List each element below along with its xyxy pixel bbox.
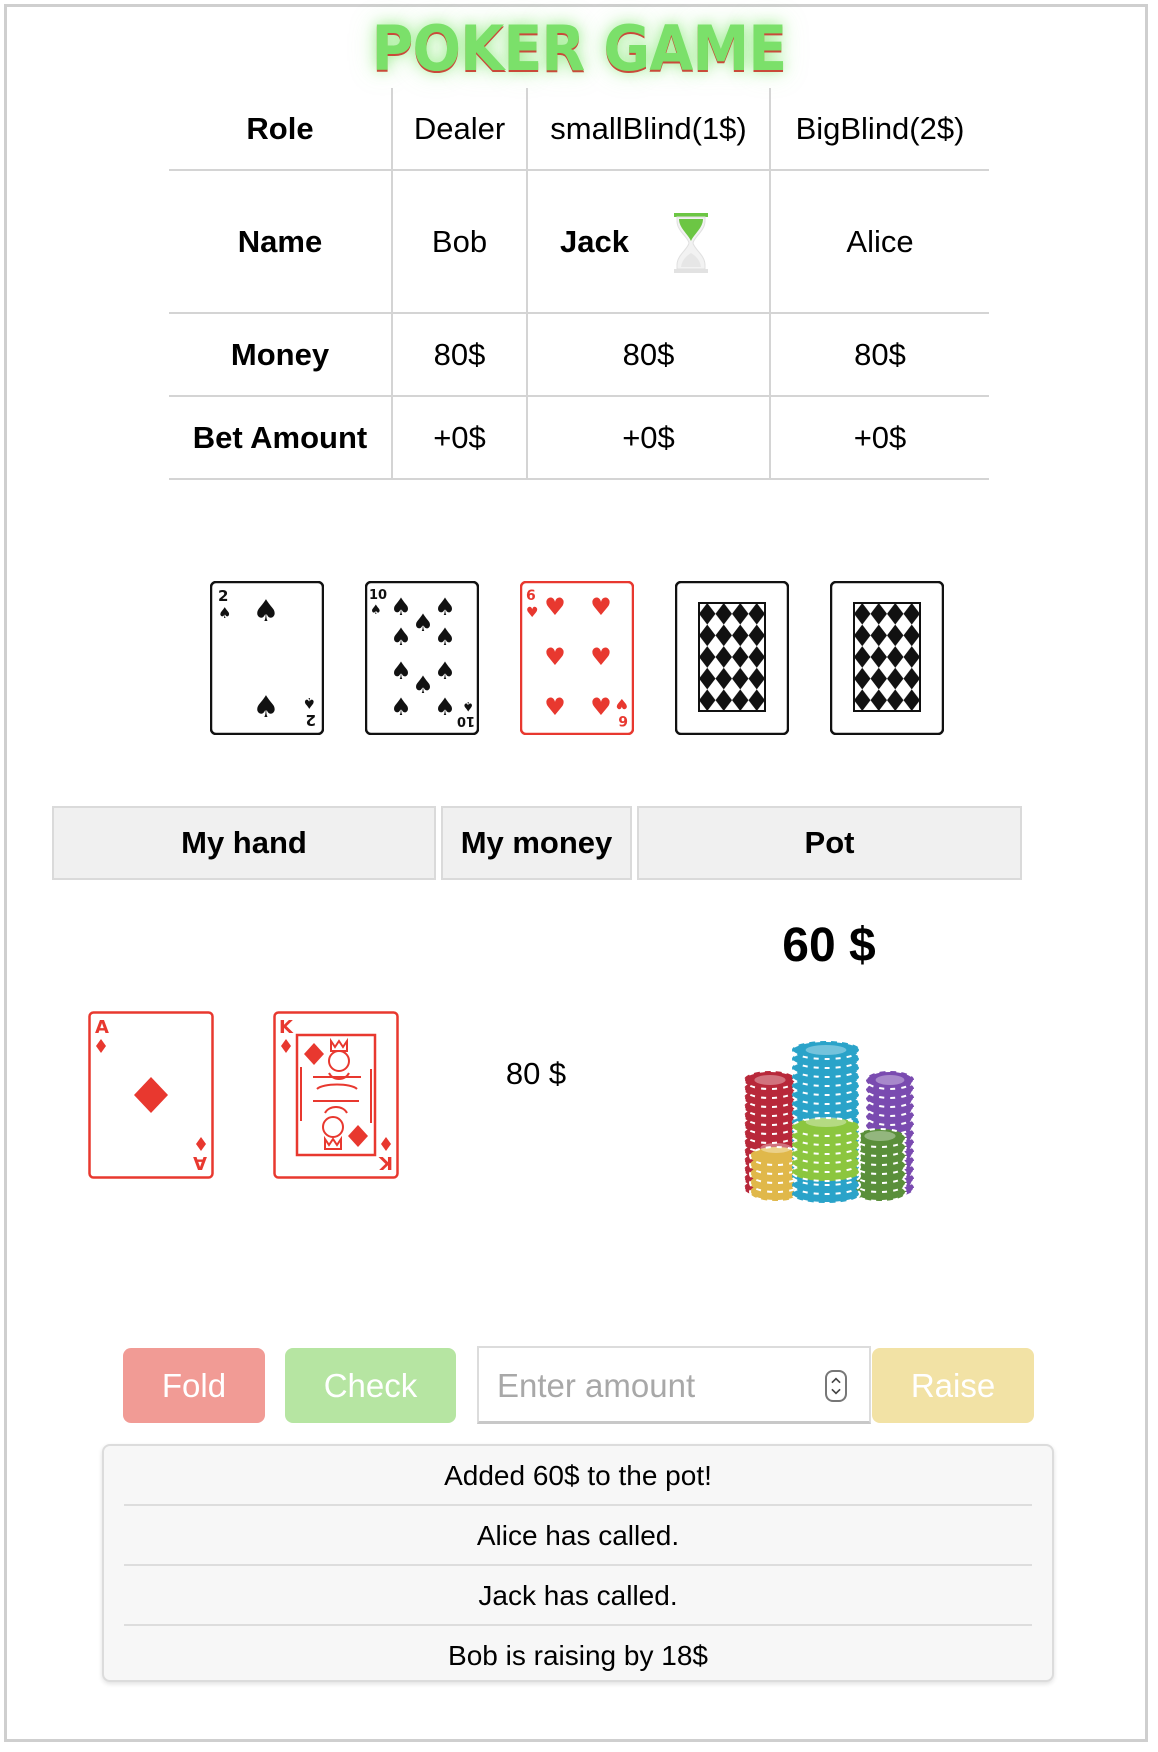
log-item: Jack has called. bbox=[124, 1566, 1032, 1626]
svg-text:♠: ♠ bbox=[390, 657, 412, 685]
player-name: Bob bbox=[392, 170, 528, 314]
svg-text:♥: ♥ bbox=[526, 605, 539, 621]
svg-text:K: K bbox=[378, 1152, 393, 1173]
card-rank: K bbox=[279, 1017, 294, 1038]
name-row: Name Bob Jack Alice bbox=[169, 170, 989, 314]
my-hand-header: My hand bbox=[52, 806, 436, 880]
card-rank: A bbox=[95, 1017, 109, 1038]
pot-header: Pot bbox=[637, 806, 1022, 880]
card-rank: 6 bbox=[526, 588, 536, 604]
bet-header: Bet Amount bbox=[169, 396, 393, 480]
svg-text:♠: ♠ bbox=[434, 657, 456, 685]
my-money-header: My money bbox=[441, 806, 632, 880]
player-money: 80$ bbox=[770, 313, 989, 397]
svg-text:♥: ♥ bbox=[590, 593, 612, 621]
number-spinner-icon[interactable] bbox=[825, 1370, 847, 1402]
game-log[interactable]: Added 60$ to the pot! Alice has called. … bbox=[102, 1444, 1054, 1682]
player-money: 80$ bbox=[527, 313, 771, 397]
card-rank: 2 bbox=[218, 587, 228, 605]
bet-row: Bet Amount +0$ +0$ +0$ bbox=[169, 396, 989, 480]
players-table: Role Dealer smallBlind(1$) BigBlind(2$) … bbox=[169, 88, 989, 480]
player-bet: +0$ bbox=[770, 396, 989, 480]
hourglass-icon bbox=[674, 213, 708, 273]
svg-text:♥: ♥ bbox=[590, 693, 612, 721]
log-item: Bob is raising by 18$ bbox=[124, 1626, 1032, 1680]
amount-field-container bbox=[477, 1346, 871, 1424]
svg-text:♠: ♠ bbox=[370, 603, 382, 618]
svg-text:♥: ♥ bbox=[544, 643, 566, 671]
money-header: Money bbox=[169, 313, 393, 397]
svg-text:♠: ♠ bbox=[412, 609, 434, 637]
active-player-cell: Jack bbox=[527, 170, 771, 314]
amount-input[interactable] bbox=[479, 1348, 829, 1423]
player-bet: +0$ bbox=[392, 396, 528, 480]
svg-text:♠: ♠ bbox=[412, 671, 434, 699]
player-role: BigBlind(2$) bbox=[770, 88, 989, 171]
svg-text:A: A bbox=[193, 1152, 207, 1173]
check-button[interactable]: Check bbox=[285, 1348, 456, 1423]
svg-text:♠: ♠ bbox=[218, 604, 231, 622]
card-rank: 10 bbox=[369, 588, 387, 603]
player-role: smallBlind(1$) bbox=[527, 88, 771, 171]
svg-text:♥: ♥ bbox=[615, 695, 628, 711]
player-role: Dealer bbox=[392, 88, 528, 171]
svg-text:♠: ♠ bbox=[253, 594, 280, 629]
svg-text:♠: ♠ bbox=[390, 593, 412, 621]
game-title: POKER GAME bbox=[371, 12, 788, 85]
svg-text:♠: ♠ bbox=[434, 693, 456, 721]
player-name: Alice bbox=[770, 170, 989, 314]
poker-chips-icon bbox=[743, 1040, 914, 1204]
svg-text:♠: ♠ bbox=[462, 698, 474, 713]
my-money-value: 80 $ bbox=[505, 1056, 567, 1091]
svg-text:♠: ♠ bbox=[303, 694, 316, 712]
raise-button[interactable]: Raise bbox=[872, 1348, 1034, 1423]
log-item: Added 60$ to the pot! bbox=[124, 1446, 1032, 1506]
card-back bbox=[830, 581, 944, 735]
svg-text:♠: ♠ bbox=[253, 690, 280, 725]
svg-text:♠: ♠ bbox=[434, 593, 456, 621]
player-name-active: Jack bbox=[560, 223, 629, 259]
role-header: Role bbox=[169, 88, 393, 171]
svg-text:♠: ♠ bbox=[390, 693, 412, 721]
svg-text:♥: ♥ bbox=[590, 643, 612, 671]
pot-amount: 60 $ bbox=[782, 919, 876, 972]
role-row: Role Dealer smallBlind(1$) BigBlind(2$) bbox=[169, 88, 989, 171]
community-card: 2 ♠ ♠ ♠ 2 ♠ bbox=[210, 581, 324, 735]
svg-text:♠: ♠ bbox=[434, 623, 456, 651]
player-money: 80$ bbox=[392, 313, 528, 397]
player-bet: +0$ bbox=[527, 396, 771, 480]
community-card: 10 ♠ ♠ ♠ ♠ ♠ ♠ ♠ ♠ ♠ ♠ ♠ 10 ♠ bbox=[365, 581, 479, 735]
card-back bbox=[675, 581, 789, 735]
community-card: 6 ♥ ♥ ♥ ♥ ♥ ♥ ♥ 6 ♥ bbox=[520, 581, 634, 735]
svg-text:10: 10 bbox=[457, 713, 475, 728]
name-header: Name bbox=[169, 170, 393, 314]
svg-text:♥: ♥ bbox=[544, 693, 566, 721]
svg-text:6: 6 bbox=[618, 712, 628, 728]
hand-card: A A bbox=[88, 1011, 214, 1179]
svg-text:♥: ♥ bbox=[544, 593, 566, 621]
fold-button[interactable]: Fold bbox=[123, 1348, 265, 1423]
svg-text:♠: ♠ bbox=[390, 623, 412, 651]
svg-text:2: 2 bbox=[306, 711, 316, 729]
hand-card: K K bbox=[273, 1011, 399, 1179]
log-list: Added 60$ to the pot! Alice has called. … bbox=[124, 1446, 1032, 1680]
log-item: Alice has called. bbox=[124, 1506, 1032, 1566]
money-row: Money 80$ 80$ 80$ bbox=[169, 313, 989, 397]
